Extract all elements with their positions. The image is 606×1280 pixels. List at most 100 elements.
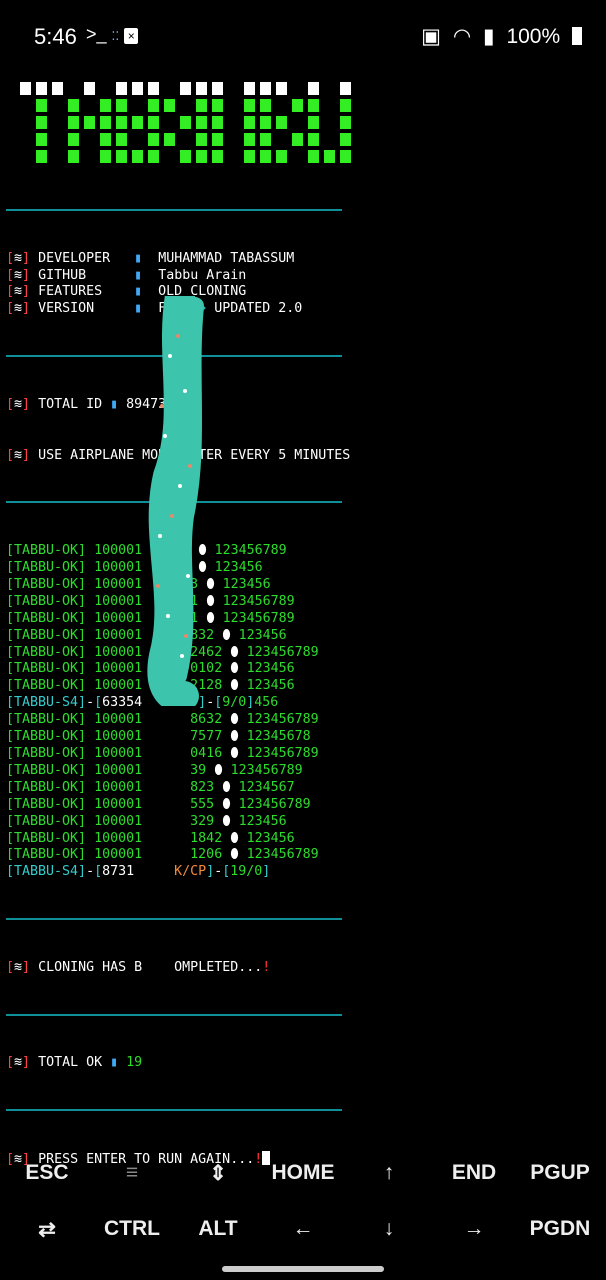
dot-icon: ⬮: [222, 627, 231, 643]
dot-icon: ⬮: [214, 762, 223, 778]
log-password: 123456: [238, 627, 287, 643]
log-password: 1234567: [238, 779, 295, 795]
log-tag: [TABBU-S4]: [6, 864, 87, 880]
log-id: 100001: [94, 712, 143, 728]
log-tag: [TABBU-OK]: [6, 627, 87, 643]
log-id-tail: 555: [190, 796, 215, 812]
log-tag: [TABBU-OK]: [6, 560, 87, 576]
wifi-bracket-icon: [≋]: [6, 250, 31, 266]
cloning-done-tail: OMPLETED...: [174, 959, 263, 975]
end-key[interactable]: END: [431, 1148, 517, 1198]
log-password: 123456789: [238, 796, 311, 812]
dot-icon: ⬮: [230, 712, 239, 728]
status-bar: 5:46 >_ ⁚⁚ × ▣ ◠ ▮ 100%: [0, 0, 606, 76]
dot-icon: ⬮: [222, 779, 231, 795]
log-password: 123456: [246, 661, 295, 677]
wifi-bracket-icon: [≋]: [6, 959, 31, 975]
log-tag: [TABBU-OK]: [6, 796, 87, 812]
log-password: 123456789: [222, 610, 295, 626]
down-arrow-key[interactable]: ↓: [346, 1204, 432, 1254]
wifi-bracket-icon: [≋]: [6, 396, 31, 412]
log-id: 100001: [94, 644, 143, 660]
status-time: 5:46: [34, 24, 77, 49]
log-tag: [TABBU-OK]: [6, 847, 87, 863]
total-ok-value: 19: [126, 1055, 143, 1071]
status-right: ▣ ◠ ▮ 100%: [415, 24, 582, 49]
log-id: 100001: [94, 762, 143, 778]
log-tag: [TABBU-OK]: [6, 830, 87, 846]
log-id-tail: 823: [190, 779, 215, 795]
info-label: DEVELOPER: [38, 250, 111, 266]
log-line: [TABBU-OK] 100001 0416 ⬮ 123456789: [6, 746, 342, 763]
log-id-tail: 1206: [190, 847, 223, 863]
close-box-icon: ×: [124, 28, 139, 44]
log-tag: [TABBU-OK]: [6, 813, 87, 829]
log-line: [TABBU-OK] 100001 39 ⬮ 123456789: [6, 763, 342, 780]
wifi-bracket-icon: [≋]: [6, 1055, 31, 1071]
wifi-bracket-icon: [≋]: [6, 284, 31, 300]
alt-key[interactable]: ALT: [175, 1204, 261, 1254]
log-id: 100001: [94, 813, 143, 829]
log-id-tail: 1842: [190, 830, 223, 846]
separator: [6, 208, 342, 211]
flag-icon: ▮: [110, 396, 119, 412]
log-id: 100001: [94, 610, 143, 626]
up-arrow-key[interactable]: ↑: [346, 1148, 432, 1198]
log-num: 63354: [102, 695, 143, 711]
log-tag: [TABBU-OK]: [6, 543, 87, 559]
info-label: FEATURES: [38, 284, 103, 300]
flag-icon: ▮: [134, 267, 143, 283]
log-tag: [TABBU-OK]: [6, 712, 87, 728]
log-line: [TABBU-OK] 100001 1206 ⬮ 123456789: [6, 847, 342, 864]
redaction-scribble: [147, 296, 204, 706]
log-line: [TABBU-OK] 100001 555 ⬮ 123456789: [6, 797, 342, 814]
log-password: 123456789: [230, 762, 303, 778]
separator: [6, 1013, 342, 1016]
dot-icon: ⬮: [230, 847, 239, 863]
battery-saver-icon: ▣: [421, 25, 442, 48]
home-indicator[interactable]: [222, 1266, 384, 1272]
total-id-label: TOTAL ID: [38, 396, 103, 412]
wifi-icon: ◠: [452, 25, 472, 48]
log-tag: [TABBU-OK]: [6, 576, 87, 592]
menu-key[interactable]: ≡: [89, 1148, 175, 1198]
dot-icon: ⬮: [230, 830, 239, 846]
dot-icon: ⬮: [230, 746, 239, 761]
pgdn-key[interactable]: PGDN: [517, 1204, 603, 1254]
log-password: 123456: [246, 830, 295, 846]
wifi-bracket-icon: [≋]: [6, 301, 31, 317]
right-arrow-key[interactable]: →: [431, 1204, 517, 1254]
dot-icon: ⬮: [230, 678, 239, 694]
log-id: 100001: [94, 830, 143, 846]
log-line: [TABBU-OK] 100001 329 ⬮ 123456: [6, 814, 342, 831]
log-tag: [TABBU-OK]: [6, 644, 87, 660]
log-password: 123456789: [246, 847, 319, 863]
log-line: [TABBU-OK] 100001 8632 ⬮ 123456789: [6, 712, 342, 729]
esc-key[interactable]: ESC: [4, 1148, 90, 1198]
left-arrow-key[interactable]: ←: [260, 1204, 346, 1254]
cloning-done-line: [≋] CLONING HAS B OMPLETED...!: [6, 960, 342, 977]
log-id: 100001: [94, 627, 143, 643]
log-line: [TABBU-OK] 100001 1842 ⬮ 123456: [6, 831, 342, 848]
home-key[interactable]: HOME: [260, 1148, 346, 1198]
log-line: [TABBU-S4]-[8731 K/CP]-[19/0]: [6, 864, 271, 880]
info-label: GITHUB: [38, 267, 87, 283]
log-line: [TABBU-OK] 100001 823 ⬮ 1234567: [6, 780, 342, 797]
updown-key[interactable]: ⇕: [175, 1148, 261, 1198]
log-id: 100001: [94, 678, 143, 694]
separator: [6, 1109, 342, 1112]
log-password: 123456789: [214, 543, 287, 559]
wifi-bracket-icon: [≋]: [6, 267, 31, 283]
ctrl-key[interactable]: CTRL: [89, 1204, 175, 1254]
log-password: 123456: [214, 560, 263, 576]
pgup-key[interactable]: PGUP: [517, 1148, 603, 1198]
log-num: 8731: [102, 864, 135, 880]
log-tag: [TABBU-OK]: [6, 593, 87, 609]
log-tag: [TABBU-OK]: [6, 678, 87, 694]
log-password: 123456789: [246, 746, 319, 761]
dot-icon: ⬮: [230, 661, 239, 677]
info-value: Tabbu Arain: [158, 267, 247, 283]
tab-key[interactable]: ⇄: [4, 1204, 90, 1254]
log-tag: [TABBU-S4]: [6, 695, 87, 711]
log-id-tail: 8632: [190, 712, 223, 728]
